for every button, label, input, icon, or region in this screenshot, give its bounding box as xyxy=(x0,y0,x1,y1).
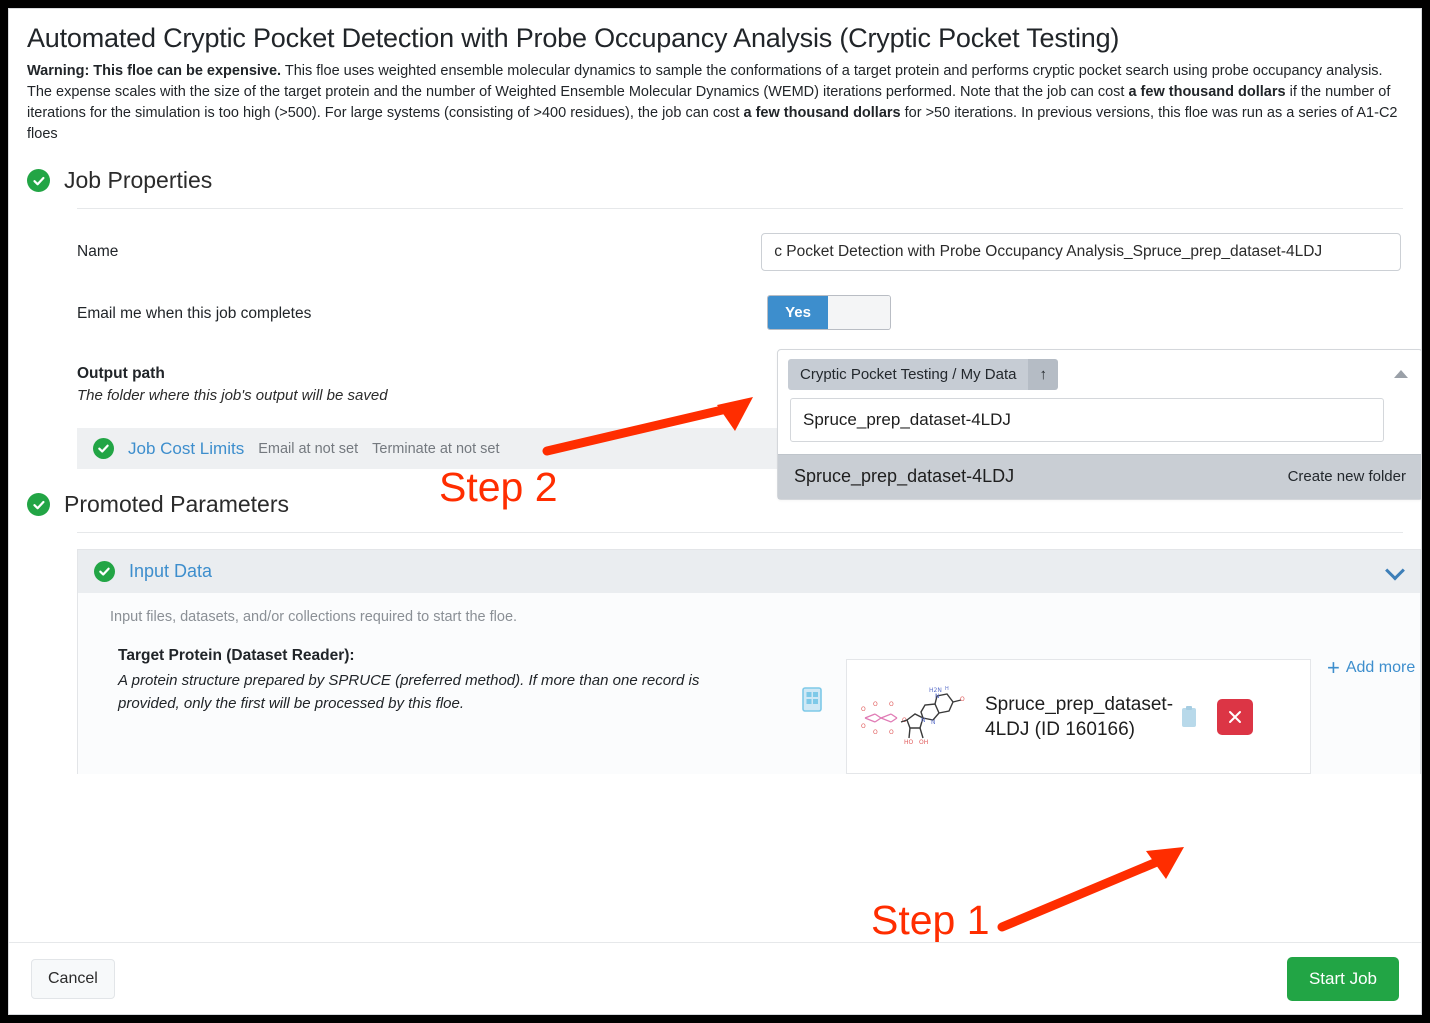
breadcrumb[interactable]: Cryptic Pocket Testing / My Data ↑ xyxy=(788,359,1058,390)
output-path-label: Output path xyxy=(77,365,165,382)
promoted-parameters-section: Promoted Parameters Input Data Input fil… xyxy=(9,491,1421,774)
cost-email-status: Email at not set xyxy=(258,440,359,457)
chevron-up-icon[interactable] xyxy=(1394,370,1408,378)
input-data-panel: Input Data Input files, datasets, and/or… xyxy=(77,549,1421,774)
input-data-title[interactable]: Input Data xyxy=(129,561,212,582)
check-circle-icon xyxy=(27,169,50,192)
svg-text:O: O xyxy=(873,729,878,736)
page-title: Automated Cryptic Pocket Detection with … xyxy=(27,23,1120,53)
cost-emphasis-2: a few thousand dollars xyxy=(743,105,901,121)
output-path-labels: Output path The folder where this job's … xyxy=(77,361,767,404)
output-path-sublabel: The folder where this job's output will … xyxy=(77,387,388,404)
cost-terminate-status: Terminate at not set xyxy=(372,440,500,457)
svg-text:O: O xyxy=(873,701,878,708)
svg-text:O: O xyxy=(889,729,894,736)
folder-search-input[interactable] xyxy=(790,398,1384,442)
target-protein-help: A protein structure prepared by SPRUCE (… xyxy=(118,672,700,712)
target-protein-row: Target Protein (Dataset Reader): A prote… xyxy=(78,625,1420,774)
check-circle-icon xyxy=(94,561,115,582)
job-properties-title: Job Properties xyxy=(64,167,213,193)
email-notify-label: Email me when this job completes xyxy=(77,305,312,322)
svg-text:O: O xyxy=(889,701,894,708)
output-path-dropdown[interactable]: Cryptic Pocket Testing / My Data ↑ Spruc… xyxy=(777,349,1421,500)
job-name-input[interactable] xyxy=(761,233,1401,271)
cost-emphasis-1: a few thousand dollars xyxy=(1128,84,1286,100)
email-notify-toggle[interactable]: Yes xyxy=(767,295,891,330)
add-more-button[interactable]: + Add more xyxy=(1327,655,1415,680)
folder-option-name[interactable]: Spruce_prep_dataset-4LDJ xyxy=(794,466,1014,487)
cancel-button[interactable]: Cancel xyxy=(31,958,115,999)
job-submission-dialog: Automated Cryptic Pocket Detection with … xyxy=(8,8,1422,1015)
job-properties-header: Job Properties xyxy=(27,167,1403,194)
divider xyxy=(77,208,1403,209)
input-data-subtitle: Input files, datasets, and/or collection… xyxy=(110,609,518,625)
output-path-row: Output path The folder where this job's … xyxy=(77,349,1421,500)
job-properties-section: Job Properties Name Email me when this j… xyxy=(9,167,1421,500)
svg-text:H: H xyxy=(945,686,949,692)
check-circle-icon xyxy=(27,493,50,516)
input-data-header[interactable]: Input Data xyxy=(78,550,1420,593)
molecule-thumbnail: OO OO OO O HO OH H2N H O N N N xyxy=(857,678,977,756)
svg-text:N: N xyxy=(935,693,940,700)
warning-label: Warning: This floe can be expensive. xyxy=(27,63,282,79)
remove-dataset-button[interactable] xyxy=(1217,698,1253,735)
job-properties-form: Name Email me when this job completes Ye… xyxy=(77,233,1421,500)
svg-text:OH: OH xyxy=(919,739,928,746)
chevron-down-icon[interactable] xyxy=(1385,560,1405,580)
job-cost-limits-title[interactable]: Job Cost Limits xyxy=(128,439,244,459)
toggle-no-area[interactable] xyxy=(828,296,890,329)
floe-description: Warning: This floe can be expensive. Thi… xyxy=(27,61,1403,145)
name-label: Name xyxy=(77,243,119,260)
check-circle-icon xyxy=(93,438,114,459)
target-protein-title: Target Protein (Dataset Reader): xyxy=(118,647,355,664)
plus-icon: + xyxy=(1327,655,1340,680)
dataset-name: Spruce_prep_dataset-4LDJ (ID 160166) xyxy=(985,693,1174,740)
svg-text:O: O xyxy=(960,696,965,703)
target-protein-description: Target Protein (Dataset Reader): A prote… xyxy=(118,647,778,715)
dropdown-breadcrumb-bar: Cryptic Pocket Testing / My Data ↑ xyxy=(778,350,1421,398)
folder-option-row[interactable]: Spruce_prep_dataset-4LDJ Create new fold… xyxy=(778,454,1421,499)
svg-text:N: N xyxy=(921,717,926,724)
add-more-label[interactable]: Add more xyxy=(1346,659,1415,677)
dialog-footer: Cancel Start Job xyxy=(9,942,1421,1014)
breadcrumb-path[interactable]: Cryptic Pocket Testing / My Data xyxy=(788,359,1029,390)
svg-text:N: N xyxy=(931,719,936,726)
create-new-folder-button[interactable]: Create new folder xyxy=(1288,468,1406,485)
dataset-card[interactable]: OO OO OO O HO OH H2N H O N N N Spruce_pr… xyxy=(846,659,1311,774)
dialog-header: Automated Cryptic Pocket Detection with … xyxy=(9,9,1421,145)
name-row: Name xyxy=(77,233,1401,273)
toggle-yes-label[interactable]: Yes xyxy=(768,296,828,329)
svg-text:O: O xyxy=(861,723,866,730)
email-notify-row: Email me when this job completes Yes xyxy=(77,295,1401,335)
svg-text:O: O xyxy=(861,706,866,713)
dataset-reader-icon xyxy=(802,687,824,713)
clipboard-icon[interactable] xyxy=(1179,705,1199,729)
svg-text:HO: HO xyxy=(904,739,914,746)
divider xyxy=(77,532,1403,533)
step1-arrow-icon xyxy=(997,847,1184,932)
promoted-parameters-title: Promoted Parameters xyxy=(64,491,289,517)
step1-annotation: Step 1 xyxy=(871,897,990,943)
start-job-button[interactable]: Start Job xyxy=(1286,956,1399,1001)
arrow-up-icon[interactable]: ↑ xyxy=(1028,359,1058,390)
